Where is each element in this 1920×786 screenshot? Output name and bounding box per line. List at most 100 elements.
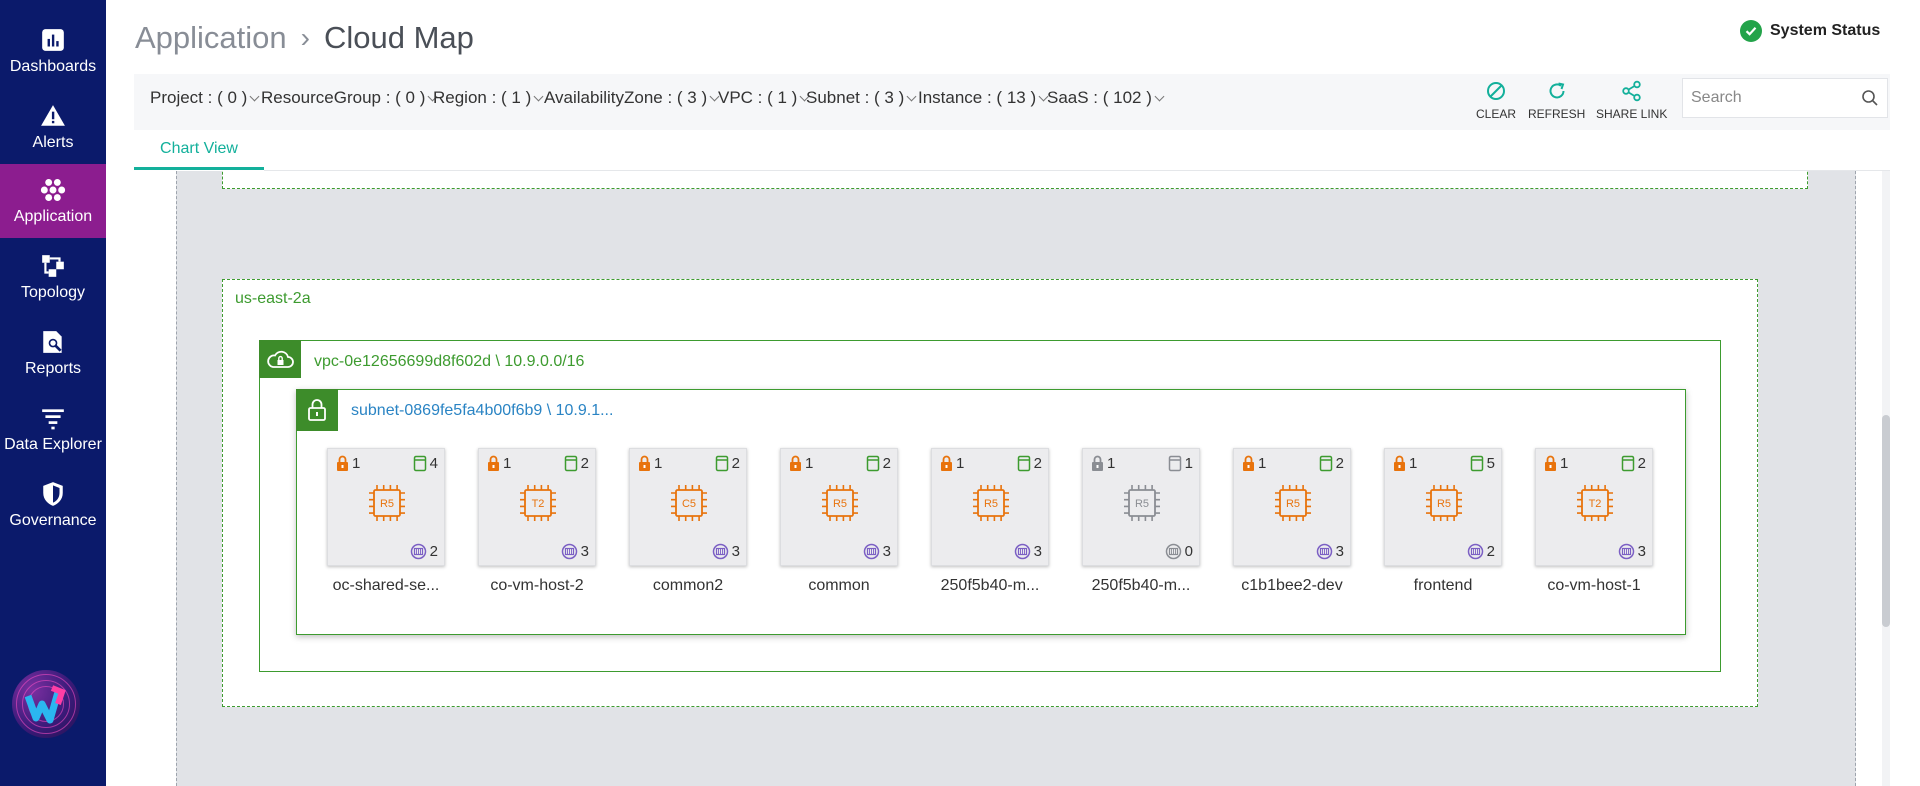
instance-node[interactable]: 1 2 R5 3 250f5b40-m...: [901, 448, 1052, 598]
sidebar-item-label: Dashboards: [9, 57, 97, 75]
vpc-box[interactable]: vpc-0e12656699d8f602d \ 10.9.0.0/16 subn…: [259, 340, 1721, 672]
sidebar-item-governance[interactable]: Governance: [0, 468, 106, 542]
lock-icon: [1092, 455, 1103, 471]
instance-name[interactable]: 250f5b40-m...: [915, 577, 1065, 595]
instance-name[interactable]: co-vm-host-2: [462, 577, 612, 595]
instance-name[interactable]: oc-shared-se...: [311, 577, 461, 595]
instance-node[interactable]: 1 2 T2 3 co-vm-host-1: [1505, 448, 1656, 598]
subnet-label[interactable]: subnet-0869fe5fa4b00f6b9 \ 10.9.1...: [351, 402, 613, 420]
instance-node[interactable]: 1 2 C5 3 common2: [599, 448, 750, 598]
chevron-down-icon: [906, 91, 917, 102]
instance-name[interactable]: c1b1bee2-dev: [1217, 577, 1367, 595]
instance-node[interactable]: 1 2 R5 3 common: [750, 448, 901, 598]
sidebar-item-topology[interactable]: Topology: [0, 240, 106, 314]
instance-node[interactable]: 1 5 R5 2 frontend: [1354, 448, 1505, 598]
filter-saas[interactable]: SaaS : ( 102 ): [1047, 88, 1165, 108]
instance-name[interactable]: common: [764, 577, 914, 595]
lock-icon: [488, 455, 499, 471]
security-group-count: 1: [1409, 455, 1418, 472]
vertical-scrollbar[interactable]: [1882, 171, 1890, 786]
instance-security-group: 1: [638, 455, 662, 472]
sidebar-item-alerts[interactable]: Alerts: [0, 90, 106, 164]
instance-card[interactable]: 1 2 R5 3: [931, 448, 1049, 566]
availability-zone-label: us-east-2a: [235, 290, 311, 307]
refresh-icon: [1549, 82, 1565, 99]
security-group-count: 1: [1107, 455, 1116, 472]
search-icon[interactable]: [1861, 89, 1879, 107]
instance-node[interactable]: 1 4 R5 2 oc-shared-se...: [297, 448, 448, 598]
search-box: [1682, 78, 1888, 118]
page-title: Cloud Map: [323, 20, 474, 55]
tab-chart-view[interactable]: Chart View: [134, 130, 264, 170]
refresh-button[interactable]: REFRESH: [1528, 80, 1585, 121]
sidebar-item-reports[interactable]: Reports: [0, 316, 106, 390]
network-interface-icon: [712, 543, 728, 560]
instance-card[interactable]: 1 2 R5 3: [780, 448, 898, 566]
instance-card[interactable]: 1 5 R5 2: [1384, 448, 1502, 566]
volume-count: 2: [1335, 455, 1344, 472]
availability-zone-box[interactable]: us-east-2a vpc-0e12656699d8f602d \ 10.9.…: [222, 279, 1758, 707]
system-status[interactable]: System Status: [1740, 20, 1880, 42]
disk-icon: [1168, 455, 1181, 472]
network-interface-icon: [863, 543, 879, 560]
instance-card[interactable]: 1 2 T2 3: [1535, 448, 1653, 566]
cloud-map-canvas[interactable]: ... us-east-2a vpc-0e12656699d8f602d \ 1…: [176, 171, 1856, 786]
disk-icon: [1621, 455, 1634, 472]
instance-interfaces: 3: [1316, 543, 1344, 560]
breadcrumb-parent[interactable]: Application: [135, 20, 287, 56]
filter-label: ResourceGroup : ( 0 ): [261, 88, 426, 107]
share-link-button[interactable]: SHARE LINK: [1596, 80, 1667, 121]
instance-card[interactable]: 1 2 C5 3: [629, 448, 747, 566]
interface-count: 3: [1335, 543, 1344, 560]
lock-icon: [296, 389, 338, 431]
vpc-label[interactable]: vpc-0e12656699d8f602d \ 10.9.0.0/16: [314, 353, 584, 371]
instance-name[interactable]: common2: [613, 577, 763, 595]
filter-project[interactable]: Project : ( 0 ): [150, 88, 260, 108]
instance-node[interactable]: 1 1 R5 0 250f5b40-m...: [1052, 448, 1203, 598]
subnet-box[interactable]: subnet-0869fe5fa4b00f6b9 \ 10.9.1... 1 4…: [296, 389, 1686, 635]
volume-count: 2: [882, 455, 891, 472]
availability-zone-previous[interactable]: ...: [222, 171, 1808, 189]
scrollbar-thumb[interactable]: [1882, 415, 1890, 627]
filter-subnet[interactable]: Subnet : ( 3 ): [806, 88, 917, 108]
instance-card[interactable]: 1 2 R5 3: [1233, 448, 1351, 566]
instance-card[interactable]: 1 2 T2 3: [478, 448, 596, 566]
sidebar-item-application[interactable]: Application: [0, 164, 106, 238]
filter-resource-group[interactable]: ResourceGroup : ( 0 ): [261, 88, 438, 108]
instance-node[interactable]: 1 2 T2 3 co-vm-host-2: [448, 448, 599, 598]
interface-count: 3: [1637, 543, 1646, 560]
lock-icon: [790, 455, 801, 471]
lock-icon: [1243, 455, 1254, 471]
instance-node[interactable]: 1 2 R5 3 c1b1bee2-dev: [1203, 448, 1354, 598]
instance-name[interactable]: frontend: [1368, 577, 1518, 595]
instance-card[interactable]: 1 4 R5 2: [327, 448, 445, 566]
instance-volumes: 2: [1621, 455, 1646, 472]
sidebar-item-label: Alerts: [32, 133, 74, 151]
sidebar-item-dashboards[interactable]: Dashboards: [0, 14, 106, 88]
instance-name[interactable]: co-vm-host-1: [1519, 577, 1669, 595]
filter-vpc[interactable]: VPC : ( 1 ): [718, 88, 810, 108]
chevron-down-icon: [249, 91, 260, 102]
instance-interfaces: 3: [1014, 543, 1042, 560]
filter-region[interactable]: Region : ( 1 ): [433, 88, 544, 108]
filter-label: Subnet : ( 3 ): [806, 88, 905, 107]
search-input[interactable]: [1683, 79, 1853, 117]
instance-card[interactable]: 1 1 R5 0: [1082, 448, 1200, 566]
governance-icon: [43, 481, 63, 506]
filter-availability-zone[interactable]: AvailabilityZone : ( 3 ): [544, 88, 720, 108]
instance-interfaces: 3: [1618, 543, 1646, 560]
zone-previous-stub: ...: [233, 171, 243, 173]
instance-name[interactable]: 250f5b40-m...: [1066, 577, 1216, 595]
network-interface-icon: [1316, 543, 1332, 560]
interface-count: 3: [731, 543, 740, 560]
chip-icon: C5: [671, 485, 707, 521]
disk-icon: [1017, 455, 1030, 472]
refresh-label: REFRESH: [1528, 107, 1586, 121]
sidebar-item-data-explorer[interactable]: Data Explorer: [0, 392, 106, 466]
filter-instance[interactable]: Instance : ( 13 ): [918, 88, 1049, 108]
chip-icon: R5: [1426, 485, 1462, 521]
volume-count: 1: [1184, 455, 1193, 472]
clear-button[interactable]: CLEAR: [1476, 80, 1516, 121]
security-group-count: 1: [503, 455, 512, 472]
instance-security-group: 1: [336, 455, 360, 472]
